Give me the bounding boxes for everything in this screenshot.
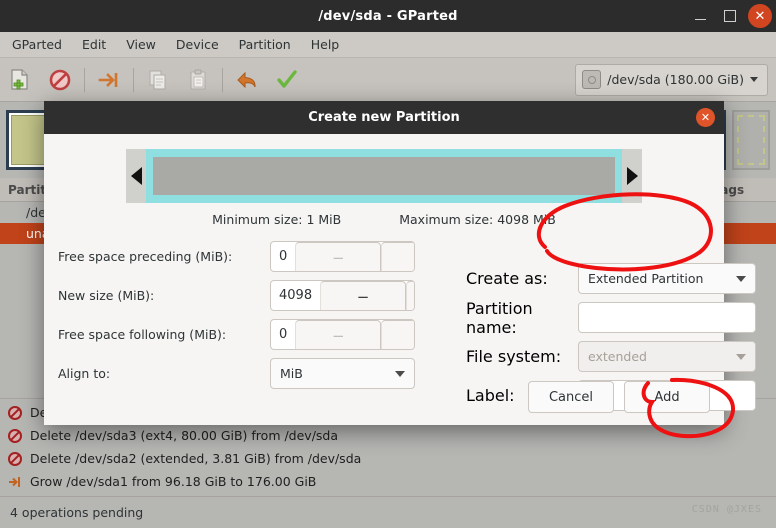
free-space-preceding-label: Free space preceding (MiB): [58, 249, 233, 264]
menu-edit[interactable]: Edit [72, 34, 116, 55]
file-system-value: extended [588, 349, 647, 364]
align-to-value: MiB [280, 366, 303, 381]
operation-text: Grow /dev/sda1 from 96.18 GiB to 176.00 … [30, 474, 317, 489]
chevron-down-icon [750, 77, 758, 82]
disk-graphic-unallocated[interactable] [732, 110, 770, 170]
cancel-button[interactable]: Cancel [528, 381, 614, 413]
partition-name-label: Partition name: [466, 298, 533, 337]
maximum-size-label: Maximum size: 4098 MiB [399, 212, 556, 227]
window-title: /dev/sda - GParted [318, 8, 458, 24]
paste-icon [190, 69, 206, 90]
minimum-size-label: Minimum size: 1 MiB [212, 212, 342, 227]
create-partition-dialog: Create new Partition ✕ Minimum size: 1 M… [44, 101, 756, 425]
file-system-combo[interactable]: extended [578, 341, 756, 372]
create-as-value: Extended Partition [588, 271, 704, 286]
create-as-combo[interactable]: Extended Partition [578, 263, 756, 294]
free-space-preceding-plus[interactable]: + [381, 242, 414, 271]
disk-icon [582, 70, 602, 89]
pending-operations-text: 4 operations pending [10, 505, 144, 520]
copy-button[interactable] [138, 62, 178, 98]
delete-op-icon [8, 405, 22, 420]
free-space-preceding-value[interactable]: 0 [271, 242, 295, 271]
align-to-label: Align to: [58, 366, 111, 381]
close-window-button[interactable]: ✕ [748, 4, 772, 28]
undo-icon [237, 71, 256, 88]
new-size-value[interactable]: 4098 [271, 281, 320, 310]
partition-name-input[interactable] [578, 302, 756, 333]
grow-op-icon [9, 476, 20, 487]
dialog-close-button[interactable]: ✕ [696, 108, 715, 127]
delete-op-icon [8, 428, 22, 443]
slider-right-handle[interactable] [622, 149, 642, 203]
partition-size-slider[interactable] [126, 149, 642, 203]
menu-partition[interactable]: Partition [229, 34, 301, 55]
toolbar-separator-2 [133, 67, 134, 92]
menu-device[interactable]: Device [166, 34, 229, 55]
resize-move-icon [98, 72, 118, 87]
menu-view[interactable]: View [116, 34, 166, 55]
delete-partition-button[interactable] [40, 62, 80, 98]
free-space-following-label: Free space following (MiB): [58, 327, 227, 342]
dialog-titlebar: Create new Partition ✕ [44, 101, 724, 134]
paste-button[interactable] [178, 62, 218, 98]
size-limits: Minimum size: 1 MiB Maximum size: 4098 M… [58, 212, 710, 227]
chevron-down-icon [736, 353, 746, 360]
resize-move-button[interactable] [89, 62, 129, 98]
new-size-stepper[interactable]: 4098 − + [270, 280, 415, 311]
apply-button[interactable] [267, 62, 307, 98]
new-size-minus[interactable]: − [320, 281, 407, 310]
free-space-preceding-stepper[interactable]: 0 − + [270, 241, 415, 272]
free-space-following-stepper[interactable]: 0 − + [270, 319, 415, 350]
gparted-window: /dev/sda - GParted ✕ GParted Edit View D… [0, 0, 776, 528]
slider-track[interactable] [146, 149, 622, 203]
menu-help[interactable]: Help [301, 34, 350, 55]
dialog-title: Create new Partition [308, 110, 460, 125]
device-selector[interactable]: /dev/sda (180.00 GiB) [575, 63, 768, 96]
window-controls: ✕ [685, 0, 772, 32]
toolbar: /dev/sda (180.00 GiB) [0, 58, 776, 102]
align-to-combo[interactable]: MiB [270, 358, 415, 389]
new-size-plus[interactable]: + [406, 281, 414, 310]
menu-gparted[interactable]: GParted [2, 34, 72, 55]
file-system-label: File system: [466, 347, 562, 366]
watermark: CSDN @JXES [691, 504, 762, 515]
list-item[interactable]: Delete /dev/sda3 (ext4, 80.00 GiB) from … [0, 424, 776, 447]
operation-text: Delete /dev/sda2 (extended, 3.81 GiB) fr… [30, 451, 362, 466]
delete-op-icon [8, 451, 22, 466]
delete-partition-icon [49, 69, 71, 90]
operation-text: Delete /dev/sda3 (ext4, 80.00 GiB) from … [30, 428, 339, 443]
menubar: GParted Edit View Device Partition Help [0, 32, 776, 58]
apply-icon [277, 69, 297, 88]
free-space-following-plus[interactable]: + [381, 320, 414, 349]
device-selector-label: /dev/sda (180.00 GiB) [607, 72, 744, 87]
disk-graphic-unallocated-fill [737, 115, 765, 165]
undo-button[interactable] [227, 62, 267, 98]
list-item[interactable]: Delete /dev/sda2 (extended, 3.81 GiB) fr… [0, 447, 776, 470]
new-partition-button[interactable] [0, 62, 40, 98]
dialog-actions: Cancel Add [528, 381, 710, 413]
slider-fill [153, 157, 615, 195]
create-as-label: Create as: [466, 269, 548, 288]
window-titlebar: /dev/sda - GParted ✕ [0, 0, 776, 32]
free-space-following-minus[interactable]: − [295, 320, 382, 349]
statusbar: 4 operations pending [0, 496, 776, 528]
minimize-button[interactable] [685, 1, 715, 31]
new-partition-icon [11, 68, 28, 90]
toolbar-separator-1 [84, 67, 85, 92]
dialog-body: Minimum size: 1 MiB Maximum size: 4098 M… [44, 134, 756, 411]
chevron-down-icon [395, 370, 405, 377]
free-space-preceding-minus[interactable]: − [295, 242, 382, 271]
maximize-button[interactable] [715, 1, 745, 31]
slider-left-handle[interactable] [126, 149, 146, 203]
chevron-down-icon [736, 275, 746, 282]
new-size-label: New size (MiB): [58, 288, 155, 303]
toolbar-separator-3 [222, 67, 223, 92]
free-space-following-value[interactable]: 0 [271, 320, 295, 349]
add-button[interactable]: Add [624, 381, 710, 413]
copy-icon [149, 69, 166, 90]
list-item[interactable]: Grow /dev/sda1 from 96.18 GiB to 176.00 … [0, 470, 776, 493]
